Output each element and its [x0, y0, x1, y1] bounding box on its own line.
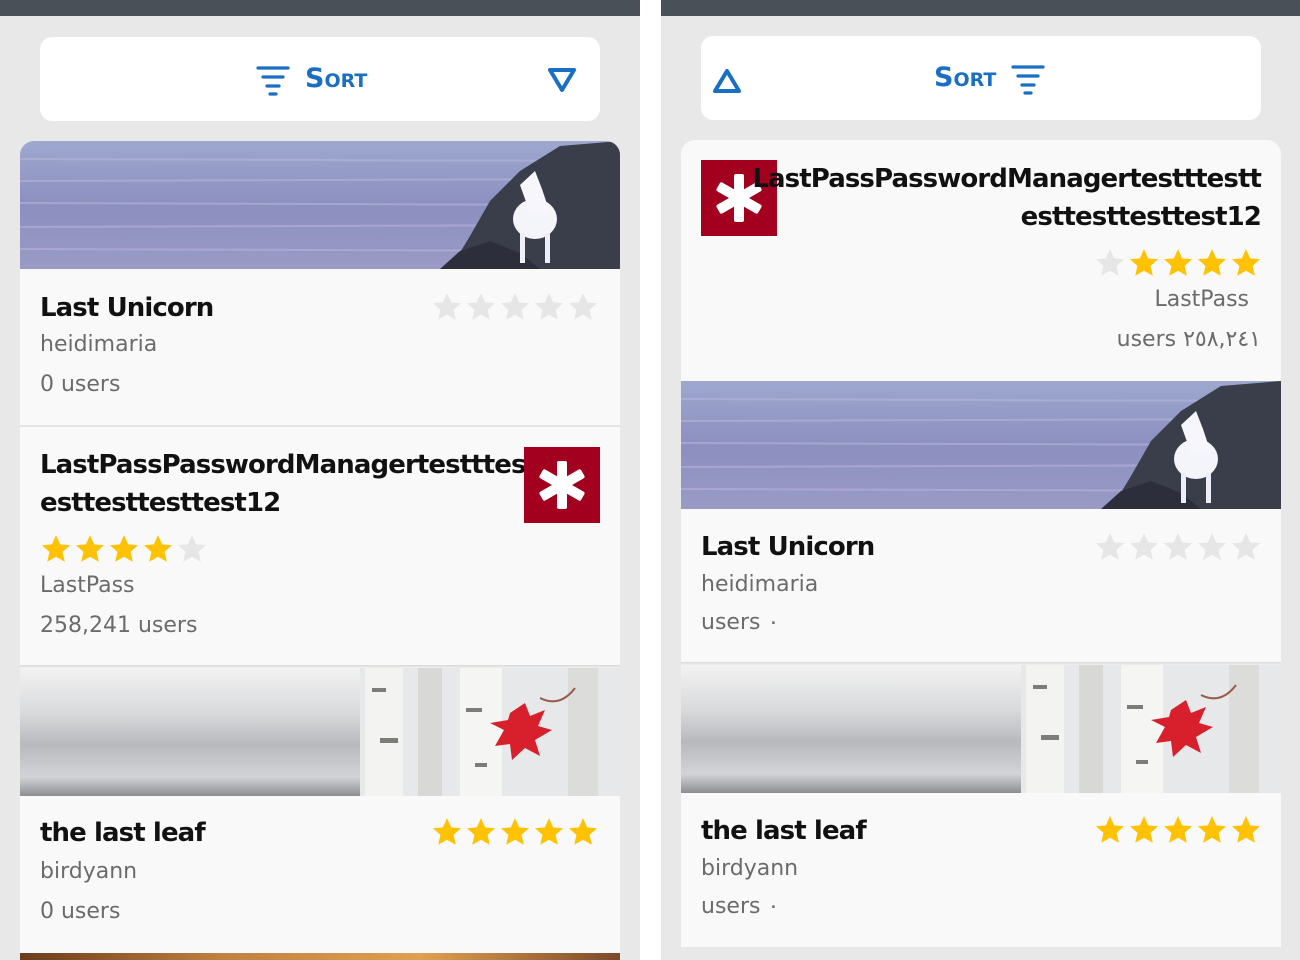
- rtl-panel: Sort LastPassPasswordManagertestttestt e…: [661, 0, 1300, 960]
- star-filled-icon: [567, 816, 599, 848]
- star-empty-icon: [499, 291, 531, 323]
- star-filled-icon: [1230, 247, 1262, 279]
- addon-card-lastpass[interactable]: LastPassPasswordManagertestttestt esttes…: [681, 140, 1281, 381]
- card-users: 0 users: [40, 899, 121, 924]
- star-empty-icon: [465, 291, 497, 323]
- star-rating: [40, 533, 210, 565]
- card-author: heidimaria: [701, 572, 819, 597]
- triangle-up-icon[interactable]: [712, 68, 742, 94]
- star-rating: [431, 816, 601, 848]
- addon-card-last-leaf[interactable]: the last leaf birdyann 0 users: [20, 668, 620, 953]
- card-title[interactable]: the last leaf: [40, 814, 206, 852]
- star-rating: [1094, 247, 1264, 279]
- star-filled-icon: [1196, 247, 1228, 279]
- card-author: heidimaria: [40, 332, 158, 357]
- card-title-line1[interactable]: LastPassPasswordManagertestttestt: [40, 446, 550, 484]
- birch-leaf-banner: [20, 668, 620, 796]
- star-filled-icon: [533, 816, 565, 848]
- card-title[interactable]: Last Unicorn: [40, 289, 214, 327]
- card-users: users ٢٥٨,٢٤١: [1116, 327, 1261, 352]
- star-empty-icon: [431, 291, 463, 323]
- star-filled-icon: [1196, 814, 1228, 846]
- card-author: birdyann: [701, 856, 799, 881]
- star-filled-icon: [142, 533, 174, 565]
- card-title[interactable]: the last leaf: [701, 812, 867, 850]
- card-title[interactable]: Last Unicorn: [701, 528, 875, 566]
- card-users: 0 users: [40, 372, 121, 397]
- card-users: 258,241 users: [40, 613, 198, 638]
- star-empty-icon: [567, 291, 599, 323]
- birch-leaf-banner: [681, 665, 1281, 793]
- lastpass-asterisk-icon: [524, 447, 600, 523]
- filter-lines-icon: [1011, 65, 1045, 95]
- sort-bar[interactable]: Sort: [701, 36, 1261, 120]
- card-author: LastPass: [1154, 287, 1249, 312]
- star-empty-icon: [1162, 531, 1194, 563]
- star-empty-icon: [1196, 531, 1228, 563]
- star-filled-icon: [1230, 814, 1262, 846]
- star-rating: [1094, 814, 1264, 846]
- ltr-panel: Sort Last Unicorn heidimaria 0 users Las…: [0, 0, 640, 960]
- card-author: birdyann: [40, 859, 138, 884]
- card-title-line2[interactable]: esttesttesttest12: [40, 484, 281, 522]
- star-empty-icon: [533, 291, 565, 323]
- card-users: users ٠: [701, 894, 780, 919]
- star-filled-icon: [465, 816, 497, 848]
- star-filled-icon: [1162, 247, 1194, 279]
- star-filled-icon: [108, 533, 140, 565]
- top-bar: [661, 0, 1300, 16]
- star-empty-icon: [1230, 531, 1262, 563]
- sort-label[interactable]: Sort: [305, 63, 367, 95]
- addon-card-last-leaf[interactable]: the last leaf birdyann users ٠: [681, 665, 1281, 947]
- star-filled-icon: [1094, 814, 1126, 846]
- next-card-banner: [20, 953, 620, 960]
- sort-bar[interactable]: Sort: [40, 37, 600, 121]
- star-empty-icon: [1094, 247, 1126, 279]
- star-rating: [1094, 531, 1264, 563]
- top-bar: [0, 0, 640, 16]
- star-filled-icon: [499, 816, 531, 848]
- star-empty-icon: [1128, 531, 1160, 563]
- addon-card-lastpass[interactable]: LastPassPasswordManagertestttestt esttes…: [20, 427, 620, 666]
- addon-card-last-unicorn[interactable]: Last Unicorn heidimaria 0 users: [20, 141, 620, 426]
- star-filled-icon: [74, 533, 106, 565]
- star-empty-icon: [176, 533, 208, 565]
- filter-lines-icon: [256, 66, 290, 96]
- star-empty-icon: [1094, 531, 1126, 563]
- card-title-line1[interactable]: LastPassPasswordManagertestttestt: [752, 160, 1262, 198]
- star-filled-icon: [1128, 247, 1160, 279]
- star-filled-icon: [40, 533, 72, 565]
- addon-card-last-unicorn[interactable]: Last Unicorn heidimaria users ٠: [681, 381, 1281, 664]
- star-rating: [431, 291, 601, 323]
- star-filled-icon: [1128, 814, 1160, 846]
- unicorn-lake-banner: [681, 381, 1281, 509]
- card-author: LastPass: [40, 573, 135, 598]
- sort-label[interactable]: Sort: [934, 62, 996, 94]
- star-filled-icon: [1162, 814, 1194, 846]
- card-title-line2[interactable]: esttesttesttest12: [1021, 198, 1262, 236]
- card-users: users ٠: [701, 610, 780, 635]
- unicorn-lake-banner: [20, 141, 620, 269]
- star-filled-icon: [431, 816, 463, 848]
- triangle-down-icon[interactable]: [547, 67, 577, 93]
